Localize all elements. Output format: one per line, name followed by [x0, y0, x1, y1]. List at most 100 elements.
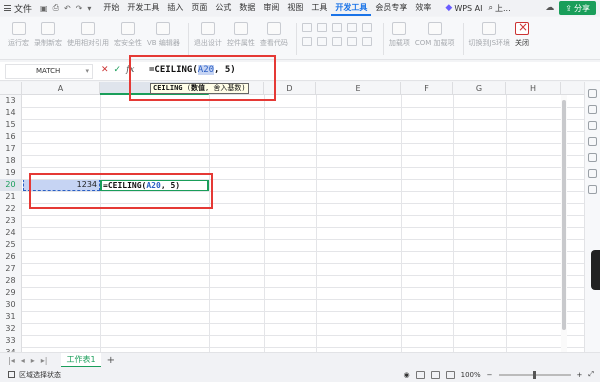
menu-tab-devtools[interactable]: 开发工具 — [331, 1, 372, 16]
row-header-31[interactable]: 31 — [0, 311, 22, 323]
normal-view-icon[interactable] — [415, 370, 425, 379]
confirm-icon[interactable]: ✓ — [114, 65, 122, 75]
name-box[interactable]: MATCH ▾ — [5, 64, 93, 79]
row-header-22[interactable]: 22 — [0, 203, 22, 215]
addins-button[interactable]: 加载项 — [389, 22, 410, 48]
chevron-down-icon[interactable]: ▾ — [85, 65, 89, 78]
run-macro-button[interactable]: 运行宏 — [8, 22, 29, 48]
more-icon[interactable]: ▾ — [87, 4, 91, 13]
cancel-icon[interactable]: ✕ — [101, 65, 109, 75]
column-header-f[interactable]: F — [401, 82, 453, 95]
record-macro-button[interactable]: 录制新宏 — [34, 22, 62, 48]
column-header-e[interactable]: E — [316, 82, 401, 95]
page-layout-icon[interactable] — [430, 370, 440, 379]
relative-ref-button[interactable]: 使用相对引用 — [67, 22, 109, 48]
row-header-30[interactable]: 30 — [0, 299, 22, 311]
control-icon[interactable] — [316, 23, 327, 32]
page-break-icon[interactable] — [445, 370, 455, 379]
vertical-scrollbar[interactable] — [561, 95, 567, 352]
control-icon[interactable] — [346, 37, 357, 46]
control-icon[interactable] — [361, 23, 372, 32]
sidebar-tool-icon[interactable] — [588, 185, 597, 194]
share-button[interactable]: ⇪ 分享 — [559, 1, 596, 15]
select-all-corner[interactable] — [0, 82, 22, 95]
file-menu[interactable]: 文件 — [0, 2, 38, 15]
sidebar-tool-icon[interactable] — [588, 153, 597, 162]
row-header-17[interactable]: 17 — [0, 143, 22, 155]
last-sheet-icon[interactable]: ▸| — [41, 356, 48, 365]
sheet-tab-1[interactable]: 工作表1 — [61, 352, 101, 368]
row-header-23[interactable]: 23 — [0, 215, 22, 227]
control-icon[interactable] — [331, 37, 342, 46]
sidebar-tool-icon[interactable] — [588, 169, 597, 178]
menu-tab-page[interactable]: 页面 — [187, 0, 211, 16]
control-properties-button[interactable]: 控件属性 — [227, 22, 255, 48]
row-header-18[interactable]: 18 — [0, 155, 22, 167]
row-header-26[interactable]: 26 — [0, 251, 22, 263]
wps-ai-button[interactable]: ◆ WPS AI — [445, 3, 482, 13]
row-header-24[interactable]: 24 — [0, 227, 22, 239]
control-icon[interactable] — [346, 23, 357, 32]
zoom-slider-knob[interactable] — [532, 370, 536, 379]
row-header-32[interactable]: 32 — [0, 323, 22, 335]
add-sheet-icon[interactable]: + — [107, 355, 115, 366]
control-icon[interactable] — [316, 37, 327, 46]
scrollbar-thumb[interactable] — [562, 100, 566, 330]
menu-tab-review[interactable]: 审阅 — [259, 0, 283, 16]
column-header-g[interactable]: G — [453, 82, 506, 95]
sidebar-tool-icon[interactable] — [588, 89, 597, 98]
cloud-icon[interactable]: ☁ — [545, 3, 554, 13]
row-header-21[interactable]: 21 — [0, 191, 22, 203]
search-button[interactable]: ⌕ 上... — [489, 3, 511, 14]
row-header-14[interactable]: 14 — [0, 107, 22, 119]
undo-icon[interactable]: ↶ — [64, 4, 71, 13]
menu-tab-member[interactable]: 会员专享 — [371, 0, 411, 16]
column-header-h[interactable]: H — [506, 82, 561, 95]
macro-status-icon[interactable] — [8, 371, 15, 378]
view-code-button[interactable]: 查看代码 — [260, 22, 288, 48]
sidebar-handle[interactable] — [591, 250, 600, 290]
row-header-20[interactable]: 20 — [0, 179, 22, 191]
zoom-in-icon[interactable]: + — [577, 371, 583, 379]
row-header-16[interactable]: 16 — [0, 131, 22, 143]
redo-icon[interactable]: ↷ — [76, 4, 83, 13]
control-icon[interactable] — [331, 23, 342, 32]
control-icon[interactable] — [361, 37, 372, 46]
control-icon[interactable] — [301, 23, 312, 32]
menu-tab-efficiency[interactable]: 效率 — [411, 0, 435, 16]
com-addins-button[interactable]: COM 加载项 — [415, 22, 455, 48]
row-header-25[interactable]: 25 — [0, 239, 22, 251]
control-icon[interactable] — [301, 37, 312, 46]
print-icon[interactable]: ⎙ — [53, 3, 59, 13]
first-sheet-icon[interactable]: |◂ — [8, 356, 15, 365]
exit-design-button[interactable]: 退出设计 — [194, 22, 222, 48]
row-header-33[interactable]: 33 — [0, 335, 22, 347]
sidebar-tool-icon[interactable] — [588, 105, 597, 114]
spreadsheet-grid[interactable]: A B C D E F G H 1234 =CEILING(A20, 5) 13… — [0, 82, 584, 352]
row-header-15[interactable]: 15 — [0, 119, 22, 131]
zoom-out-icon[interactable]: − — [487, 371, 493, 379]
macro-security-button[interactable]: 宏安全性 — [114, 22, 142, 48]
next-sheet-icon[interactable]: ▸ — [31, 356, 35, 365]
close-ribbon-button[interactable]: 关闭 — [515, 20, 530, 48]
row-header-28[interactable]: 28 — [0, 275, 22, 287]
row-header-13[interactable]: 13 — [0, 95, 22, 107]
prev-sheet-icon[interactable]: ◂ — [21, 356, 25, 365]
sidebar-tool-icon[interactable] — [588, 137, 597, 146]
fullscreen-icon[interactable]: ⤢ — [588, 370, 594, 379]
row-header-27[interactable]: 27 — [0, 263, 22, 275]
row-header-29[interactable]: 29 — [0, 287, 22, 299]
switch-js-button[interactable]: 切换到JS环境 — [469, 22, 510, 48]
sidebar-tool-icon[interactable] — [588, 121, 597, 130]
menu-tab-insert[interactable]: 插入 — [163, 0, 187, 16]
zoom-slider[interactable] — [498, 370, 571, 379]
row-header-19[interactable]: 19 — [0, 167, 22, 179]
menu-tab-tools[interactable]: 工具 — [307, 0, 331, 16]
save-icon[interactable]: ▣ — [40, 4, 48, 13]
vb-editor-button[interactable]: VB 编辑器 — [147, 22, 180, 48]
column-header-a[interactable]: A — [22, 82, 100, 95]
menu-tab-data[interactable]: 数据 — [235, 0, 259, 16]
menu-tab-devtools-1[interactable]: 开发工具 — [123, 0, 163, 16]
menu-tab-formula[interactable]: 公式 — [211, 0, 235, 16]
eye-icon[interactable]: ◉ — [404, 371, 410, 379]
